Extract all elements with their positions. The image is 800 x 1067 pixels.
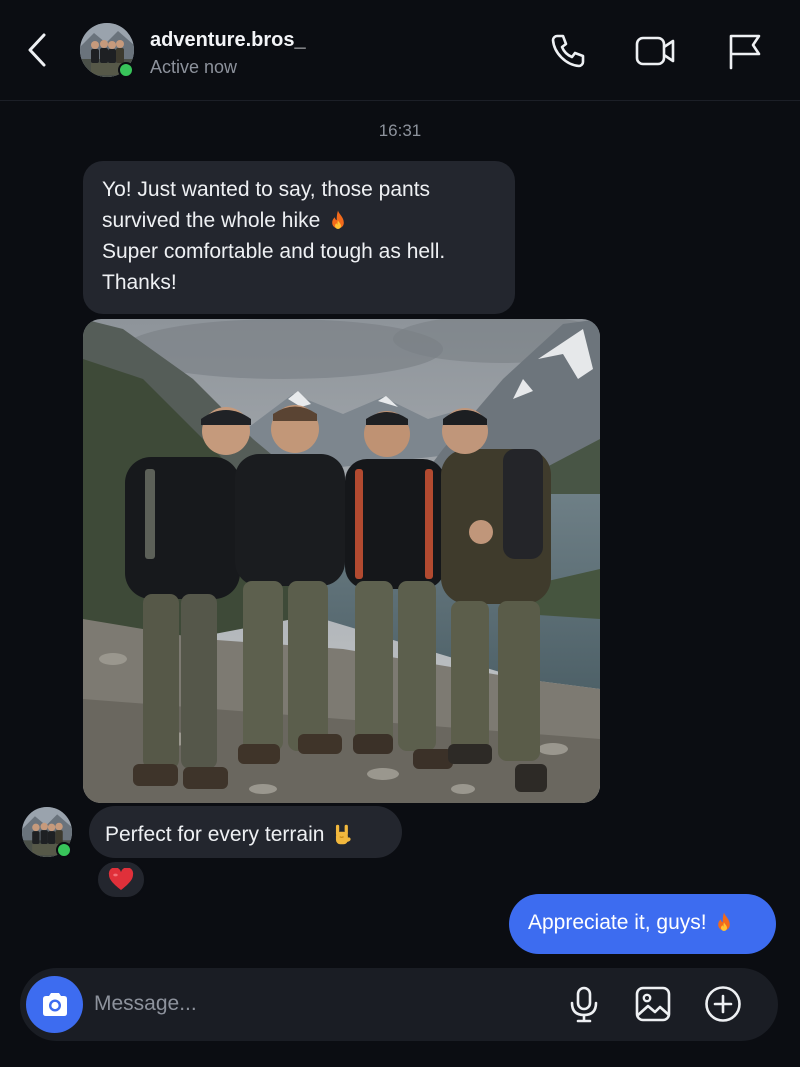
message-line: Thanks!: [102, 271, 177, 294]
message-timestamp: 16:31: [378, 121, 422, 140]
incoming-message-bubble[interactable]: Yo! Just wanted to say, those pants surv…: [83, 161, 515, 314]
outgoing-message-bubble[interactable]: Appreciate it, guys!: [509, 894, 776, 954]
flag-icon[interactable]: [722, 30, 764, 72]
chat-header: adventure.bros_ Active now: [0, 0, 800, 101]
heart-icon: [108, 867, 134, 890]
microphone-icon[interactable]: [565, 985, 603, 1023]
message-composer: [20, 968, 778, 1041]
message-text: Perfect for every terrain: [105, 823, 325, 846]
fire-emoji-icon: [326, 209, 350, 233]
message-line: Super comfortable and tough as hell.: [102, 240, 446, 263]
fire-emoji-icon: [712, 911, 736, 935]
add-icon[interactable]: [704, 985, 742, 1023]
online-indicator: [56, 842, 72, 858]
incoming-message-bubble[interactable]: Perfect for every terrain: [89, 806, 402, 858]
shared-photo[interactable]: [83, 319, 600, 803]
message-text: Appreciate it, guys!: [528, 911, 707, 934]
contact-username[interactable]: adventure.bros_: [150, 29, 306, 52]
heart-reaction[interactable]: [96, 860, 146, 899]
gallery-icon[interactable]: [634, 985, 672, 1023]
message-line: survived the whole hike: [102, 205, 496, 236]
back-icon[interactable]: [22, 32, 54, 68]
camera-icon[interactable]: [26, 976, 83, 1033]
online-indicator: [118, 62, 134, 78]
message-line: Yo! Just wanted to say, those pants: [102, 178, 431, 201]
phone-icon[interactable]: [547, 30, 589, 72]
sign-of-horns-emoji-icon: [330, 822, 356, 848]
video-icon[interactable]: [634, 30, 676, 72]
message-input[interactable]: [94, 984, 554, 1024]
contact-status: Active now: [150, 57, 238, 77]
